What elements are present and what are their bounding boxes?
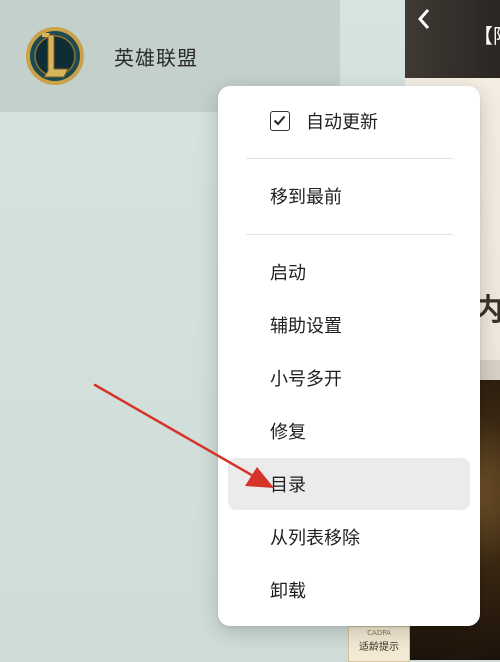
menu-item-uninstall[interactable]: 卸载 (228, 564, 470, 616)
menu-item-label: 小号多开 (270, 369, 342, 390)
menu-item-directory[interactable]: 目录 (228, 458, 470, 510)
age-rating-badge-org: CADPA (367, 629, 391, 637)
context-menu: 自动更新 移到最前 启动 辅助设置 小号多开 修复 目录 从列表移除 卸载 (218, 86, 480, 626)
menu-item-auto-update[interactable]: 自动更新 (228, 95, 470, 147)
menu-item-remove-from-list[interactable]: 从列表移除 (228, 511, 470, 563)
age-rating-badge-label: 适龄提示 (359, 642, 399, 653)
menu-item-multi-account[interactable]: 小号多开 (228, 352, 470, 404)
menu-item-label: 从列表移除 (270, 528, 360, 549)
menu-item-label: 目录 (270, 475, 306, 496)
menu-item-label: 移到最前 (270, 187, 342, 208)
menu-item-repair[interactable]: 修复 (228, 405, 470, 457)
news-title-fragment: 【阿 (473, 24, 500, 48)
menu-item-move-to-front[interactable]: 移到最前 (228, 170, 470, 222)
menu-item-assist-settings[interactable]: 辅助设置 (228, 299, 470, 351)
age-rating-badge: CADPA 适龄提示 (348, 626, 410, 662)
game-name: 英雄联盟 (114, 45, 198, 70)
menu-item-label: 卸载 (270, 581, 306, 602)
menu-item-launch[interactable]: 启动 (228, 246, 470, 298)
league-logo-icon (24, 25, 86, 87)
menu-divider (246, 234, 453, 235)
menu-item-label: 启动 (270, 263, 306, 284)
menu-divider (246, 158, 453, 159)
checkbox-checked-icon[interactable] (270, 111, 290, 131)
menu-item-label: 自动更新 (306, 112, 378, 133)
menu-item-label: 修复 (270, 422, 306, 443)
menu-item-label: 辅助设置 (270, 316, 342, 337)
chevron-left-icon[interactable] (413, 6, 435, 32)
